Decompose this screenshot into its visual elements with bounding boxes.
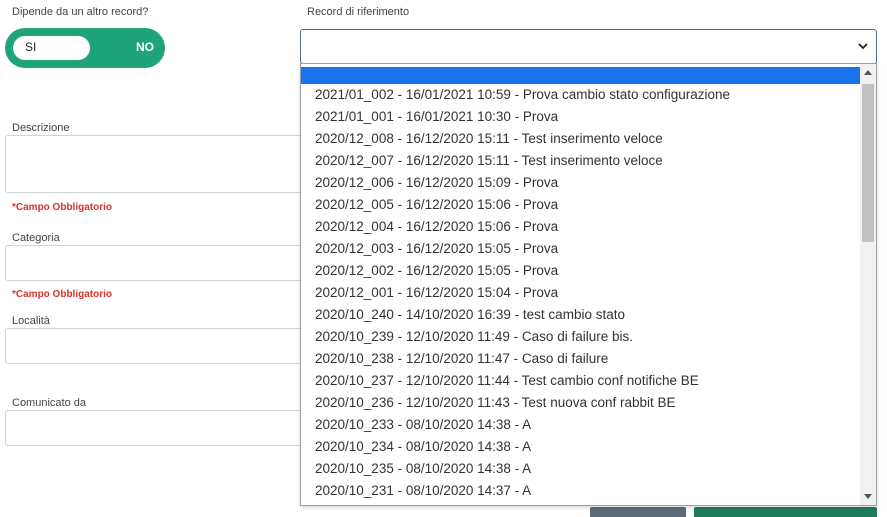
category-field[interactable] <box>5 245 305 281</box>
dropdown-option[interactable]: 2020/12_001 - 16/12/2020 15:04 - Prova <box>301 282 861 304</box>
dropdown-option[interactable]: 2020/10_237 - 12/10/2020 11:44 - Test ca… <box>301 370 861 392</box>
dropdown-option[interactable]: 2021/01_002 - 16/01/2021 10:59 - Prova c… <box>301 84 861 106</box>
reported-by-field[interactable] <box>5 410 305 446</box>
reported-by-label: Comunicato da <box>12 397 86 409</box>
chevron-down-icon <box>858 43 868 50</box>
description-required-text: *Campo Obbligatorio <box>12 202 112 213</box>
reference-select[interactable] <box>300 29 877 64</box>
dropdown-option[interactable] <box>301 67 861 84</box>
scrollbar-thumb[interactable] <box>862 84 874 242</box>
dropdown-scrollbar[interactable] <box>860 64 876 505</box>
reference-dropdown-list[interactable]: 2021/01_002 - 16/01/2021 10:59 - Prova c… <box>300 63 877 506</box>
toggle-on-label: SI <box>25 40 37 54</box>
location-field[interactable] <box>5 328 305 364</box>
primary-button[interactable] <box>694 507 877 517</box>
description-label: Descrizione <box>12 122 70 134</box>
secondary-button[interactable] <box>590 507 686 517</box>
dropdown-option[interactable]: 2020/10_240 - 14/10/2020 16:39 - test ca… <box>301 304 861 326</box>
location-label: Località <box>12 315 50 327</box>
dropdown-option[interactable]: 2020/12_008 - 16/12/2020 15:11 - Test in… <box>301 128 861 150</box>
dropdown-option[interactable]: 2020/10_238 - 12/10/2020 11:47 - Caso di… <box>301 348 861 370</box>
toggle-off-label: NO <box>136 40 154 54</box>
dropdown-option[interactable]: 2020/12_007 - 16/12/2020 15:11 - Test in… <box>301 150 861 172</box>
dropdown-option[interactable]: 2020/12_003 - 16/12/2020 15:05 - Prova <box>301 238 861 260</box>
description-field[interactable] <box>5 135 305 193</box>
dropdown-option[interactable]: 2020/10_231 - 08/10/2020 14:37 - A <box>301 480 861 502</box>
dropdown-option[interactable]: 2021/01_001 - 16/01/2021 10:30 - Prova <box>301 106 861 128</box>
scroll-up-icon[interactable] <box>864 70 872 75</box>
reference-label: Record di riferimento <box>307 6 410 18</box>
dropdown-option[interactable]: 2020/10_235 - 08/10/2020 14:38 - A <box>301 458 861 480</box>
dropdown-option[interactable]: 2020/12_005 - 16/12/2020 15:06 - Prova <box>301 194 861 216</box>
dropdown-option[interactable]: 2020/12_006 - 16/12/2020 15:09 - Prova <box>301 172 861 194</box>
depends-toggle[interactable]: SI NO <box>5 28 165 68</box>
depends-label: Dipende da un altro record? <box>12 6 149 18</box>
dropdown-option[interactable]: 2020/12_004 - 16/12/2020 15:06 - Prova <box>301 216 861 238</box>
scroll-down-icon[interactable] <box>864 494 872 499</box>
dropdown-option[interactable]: 2020/10_234 - 08/10/2020 14:38 - A <box>301 436 861 458</box>
category-required-text: *Campo Obbligatorio <box>12 289 112 300</box>
dropdown-option[interactable]: 2020/12_002 - 16/12/2020 15:05 - Prova <box>301 260 861 282</box>
category-label: Categoria <box>12 232 60 244</box>
dropdown-option[interactable]: 2020/10_233 - 08/10/2020 14:38 - A <box>301 414 861 436</box>
dropdown-option[interactable]: 2020/10_236 - 12/10/2020 11:43 - Test nu… <box>301 392 861 414</box>
dropdown-option[interactable]: 2020/10_239 - 12/10/2020 11:49 - Caso di… <box>301 326 861 348</box>
